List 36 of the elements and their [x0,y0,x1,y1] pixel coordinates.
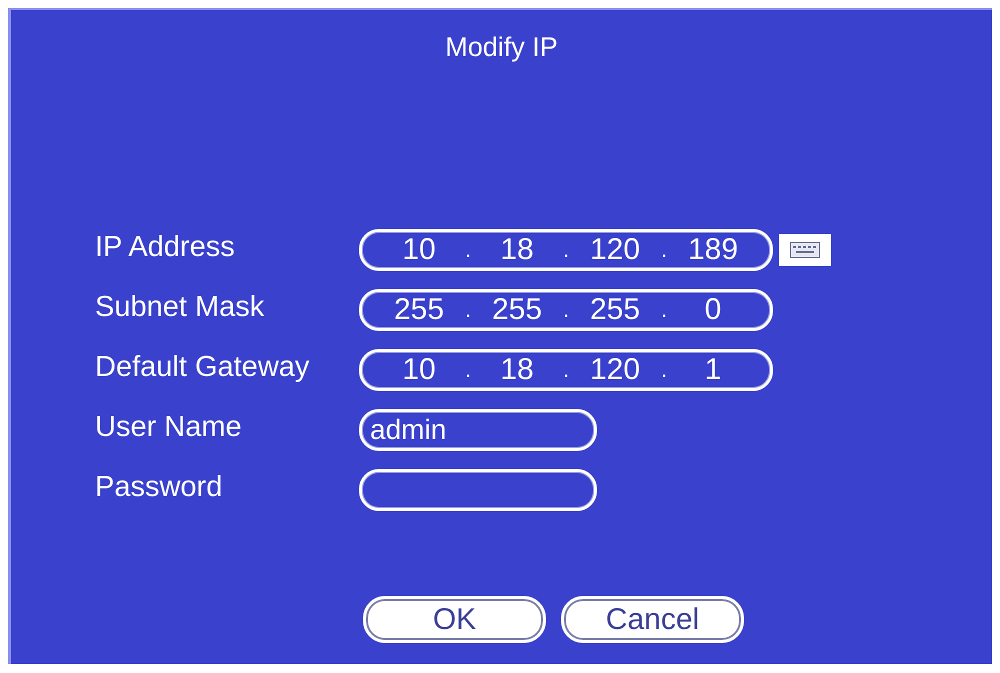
octet-separator: . [464,359,472,381]
keyboard-icon [790,242,820,258]
octet-value: 10 [401,235,437,265]
octet-value: 120 [588,355,642,385]
octet-value: 10 [401,355,437,385]
octet-separator: . [562,239,570,261]
field-label: Password [95,472,224,502]
dialog-button[interactable]: Cancel [561,596,744,643]
octet-separator: . [660,239,668,261]
dialog-button[interactable]: OK [363,596,546,643]
octet-separator: . [660,359,668,381]
field-label: IP Address [95,232,236,262]
octet-value: 0 [704,295,722,325]
field-label: Subnet Mask [95,292,266,322]
ip-address-field[interactable]: 10 . 18 . 120 . 1 [359,349,773,391]
octet-value: 1 [704,355,722,385]
text-field[interactable]: admin [359,409,597,451]
octet-value: 18 [499,355,535,385]
octet-value: 120 [588,235,642,265]
octet-separator: . [464,239,472,261]
dialog-title: Modify IP [445,34,558,61]
octet-separator: . [562,359,570,381]
field-label: User Name [95,412,243,442]
octet-value: 255 [490,295,544,325]
octet-value: 189 [686,235,740,265]
octet-value: 255 [588,295,642,325]
ip-address-field[interactable]: 10 . 18 . 120 . 189 [359,229,773,271]
octet-value: 18 [499,235,535,265]
octet-separator: . [464,299,472,321]
keyboard-button[interactable] [779,234,831,266]
ip-address-field[interactable]: 255 . 255 . 255 . 0 [359,289,773,331]
octet-separator: . [562,299,570,321]
octet-separator: . [660,299,668,321]
octet-value: 255 [392,295,446,325]
field-label: Default Gateway [95,352,310,382]
empty-text-field[interactable] [359,469,597,511]
